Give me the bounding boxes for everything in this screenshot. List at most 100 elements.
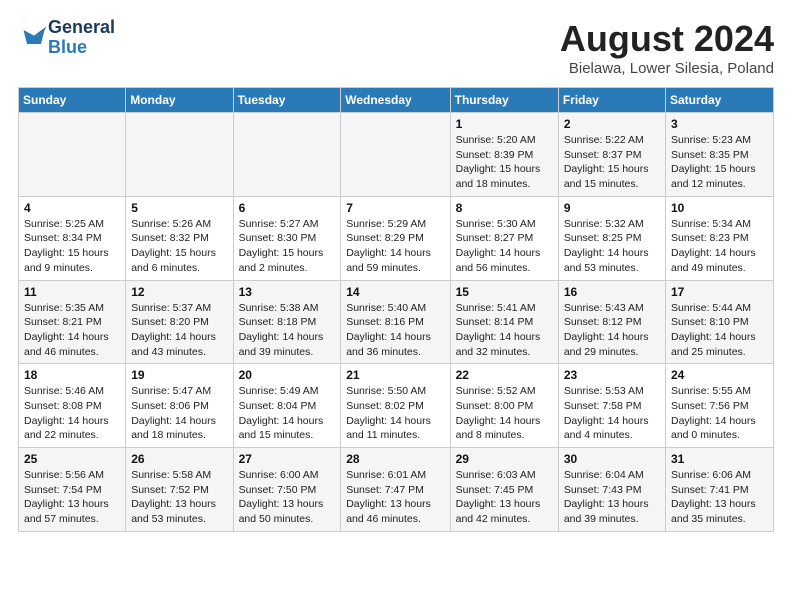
calendar-cell: 27Sunrise: 6:00 AMSunset: 7:50 PMDayligh… [233, 448, 341, 532]
calendar-cell: 16 Sunrise: 5:43 AMSunset: 8:12 PMDayligh… [558, 280, 665, 364]
calendar-week-row: 11 Sunrise: 5:35 AMSunset: 8:21 PMDayligh… [19, 280, 774, 364]
calendar-cell [233, 113, 341, 197]
day-info: Sunrise: 5:43 AMSunset: 8:12 PMDaylight:… [564, 301, 660, 360]
day-number: 1 [456, 117, 553, 131]
calendar-cell: 11 Sunrise: 5:35 AMSunset: 8:21 PMDayligh… [19, 280, 126, 364]
day-number: 4 [24, 201, 120, 215]
calendar-cell: 22 Sunrise: 5:52 AMSunset: 8:00 PMDayligh… [450, 364, 558, 448]
calendar-cell: 6 Sunrise: 5:27 AMSunset: 8:30 PMDaylight… [233, 196, 341, 280]
day-number: 12 [131, 285, 227, 299]
day-info: Sunrise: 5:53 AMSunset: 7:58 PMDaylight:… [564, 384, 660, 443]
day-info: Sunrise: 5:58 AMSunset: 7:52 PMDaylight:… [131, 468, 227, 527]
day-number: 3 [671, 117, 768, 131]
day-info: Sunrise: 6:04 AMSunset: 7:43 PMDaylight:… [564, 468, 660, 527]
day-info: Sunrise: 5:40 AMSunset: 8:16 PMDaylight:… [346, 301, 444, 360]
calendar-cell: 19 Sunrise: 5:47 AMSunset: 8:06 PMDayligh… [126, 364, 233, 448]
day-number: 18 [24, 368, 120, 382]
day-number: 25 [24, 452, 120, 466]
title-block: August 2024 Bielawa, Lower Silesia, Pola… [560, 18, 774, 77]
day-number: 7 [346, 201, 444, 215]
calendar-table: SundayMondayTuesdayWednesdayThursdayFrid… [18, 87, 774, 532]
calendar-cell: 26Sunrise: 5:58 AMSunset: 7:52 PMDayligh… [126, 448, 233, 532]
day-info: Sunrise: 5:29 AMSunset: 8:29 PMDaylight:… [346, 217, 444, 276]
day-info: Sunrise: 5:49 AMSunset: 8:04 PMDaylight:… [239, 384, 336, 443]
day-info: Sunrise: 5:56 AMSunset: 7:54 PMDaylight:… [24, 468, 120, 527]
day-number: 8 [456, 201, 553, 215]
calendar-cell: 12 Sunrise: 5:37 AMSunset: 8:20 PMDayligh… [126, 280, 233, 364]
weekday-header: Friday [558, 88, 665, 113]
day-info: Sunrise: 5:47 AMSunset: 8:06 PMDaylight:… [131, 384, 227, 443]
logo-icon [20, 23, 48, 51]
header: General Blue August 2024 Bielawa, Lower … [18, 18, 774, 77]
day-number: 6 [239, 201, 336, 215]
day-info: Sunrise: 5:37 AMSunset: 8:20 PMDaylight:… [131, 301, 227, 360]
calendar-week-row: 1Sunrise: 5:20 AMSunset: 8:39 PMDaylight… [19, 113, 774, 197]
day-number: 20 [239, 368, 336, 382]
calendar-cell: 24Sunrise: 5:55 AMSunset: 7:56 PMDayligh… [666, 364, 774, 448]
weekday-header: Sunday [19, 88, 126, 113]
weekday-header: Tuesday [233, 88, 341, 113]
day-number: 30 [564, 452, 660, 466]
day-number: 19 [131, 368, 227, 382]
day-info: Sunrise: 5:27 AMSunset: 8:30 PMDaylight:… [239, 217, 336, 276]
calendar-cell: 17 Sunrise: 5:44 AMSunset: 8:10 PMDayligh… [666, 280, 774, 364]
day-number: 13 [239, 285, 336, 299]
day-info: Sunrise: 6:06 AMSunset: 7:41 PMDaylight:… [671, 468, 768, 527]
calendar-cell: 8 Sunrise: 5:30 AMSunset: 8:27 PMDaylight… [450, 196, 558, 280]
day-info: Sunrise: 5:26 AMSunset: 8:32 PMDaylight:… [131, 217, 227, 276]
calendar-week-row: 4 Sunrise: 5:25 AMSunset: 8:34 PMDaylight… [19, 196, 774, 280]
day-info: Sunrise: 5:22 AMSunset: 8:37 PMDaylight:… [564, 133, 660, 192]
calendar-subtitle: Bielawa, Lower Silesia, Poland [560, 60, 774, 77]
calendar-cell: 21 Sunrise: 5:50 AMSunset: 8:02 PMDayligh… [341, 364, 450, 448]
calendar-cell: 3Sunrise: 5:23 AMSunset: 8:35 PMDaylight… [666, 113, 774, 197]
day-number: 9 [564, 201, 660, 215]
calendar-cell: 4 Sunrise: 5:25 AMSunset: 8:34 PMDaylight… [19, 196, 126, 280]
day-info: Sunrise: 5:52 AMSunset: 8:00 PMDaylight:… [456, 384, 553, 443]
day-info: Sunrise: 5:38 AMSunset: 8:18 PMDaylight:… [239, 301, 336, 360]
weekday-header: Thursday [450, 88, 558, 113]
calendar-cell: 25 Sunrise: 5:56 AMSunset: 7:54 PMDayligh… [19, 448, 126, 532]
day-info: Sunrise: 6:00 AMSunset: 7:50 PMDaylight:… [239, 468, 336, 527]
weekday-header: Saturday [666, 88, 774, 113]
day-number: 21 [346, 368, 444, 382]
calendar-cell: 9Sunrise: 5:32 AMSunset: 8:25 PMDaylight… [558, 196, 665, 280]
calendar-week-row: 18 Sunrise: 5:46 AMSunset: 8:08 PMDayligh… [19, 364, 774, 448]
day-info: Sunrise: 5:25 AMSunset: 8:34 PMDaylight:… [24, 217, 120, 276]
day-number: 22 [456, 368, 553, 382]
calendar-cell: 10 Sunrise: 5:34 AMSunset: 8:23 PMDayligh… [666, 196, 774, 280]
calendar-cell: 29Sunrise: 6:03 AMSunset: 7:45 PMDayligh… [450, 448, 558, 532]
day-info: Sunrise: 5:44 AMSunset: 8:10 PMDaylight:… [671, 301, 768, 360]
logo: General Blue [18, 18, 115, 58]
day-info: Sunrise: 6:01 AMSunset: 7:47 PMDaylight:… [346, 468, 444, 527]
day-number: 16 [564, 285, 660, 299]
calendar-cell: 30 Sunrise: 6:04 AMSunset: 7:43 PMDayligh… [558, 448, 665, 532]
calendar-cell: 28Sunrise: 6:01 AMSunset: 7:47 PMDayligh… [341, 448, 450, 532]
day-info: Sunrise: 5:50 AMSunset: 8:02 PMDaylight:… [346, 384, 444, 443]
calendar-cell: 31 Sunrise: 6:06 AMSunset: 7:41 PMDayligh… [666, 448, 774, 532]
logo-text: General Blue [48, 18, 115, 58]
calendar-cell: 13 Sunrise: 5:38 AMSunset: 8:18 PMDayligh… [233, 280, 341, 364]
calendar-cell: 1Sunrise: 5:20 AMSunset: 8:39 PMDaylight… [450, 113, 558, 197]
day-number: 17 [671, 285, 768, 299]
calendar-cell: 14 Sunrise: 5:40 AMSunset: 8:16 PMDayligh… [341, 280, 450, 364]
day-info: Sunrise: 5:34 AMSunset: 8:23 PMDaylight:… [671, 217, 768, 276]
day-number: 11 [24, 285, 120, 299]
calendar-cell: 20 Sunrise: 5:49 AMSunset: 8:04 PMDayligh… [233, 364, 341, 448]
day-number: 5 [131, 201, 227, 215]
day-info: Sunrise: 6:03 AMSunset: 7:45 PMDaylight:… [456, 468, 553, 527]
day-info: Sunrise: 5:30 AMSunset: 8:27 PMDaylight:… [456, 217, 553, 276]
calendar-cell: 15Sunrise: 5:41 AMSunset: 8:14 PMDayligh… [450, 280, 558, 364]
calendar-cell: 23Sunrise: 5:53 AMSunset: 7:58 PMDayligh… [558, 364, 665, 448]
day-number: 15 [456, 285, 553, 299]
calendar-cell [126, 113, 233, 197]
calendar-title: August 2024 [560, 18, 774, 60]
calendar-cell [341, 113, 450, 197]
calendar-header-row: SundayMondayTuesdayWednesdayThursdayFrid… [19, 88, 774, 113]
day-number: 31 [671, 452, 768, 466]
day-info: Sunrise: 5:46 AMSunset: 8:08 PMDaylight:… [24, 384, 120, 443]
day-number: 14 [346, 285, 444, 299]
day-info: Sunrise: 5:35 AMSunset: 8:21 PMDaylight:… [24, 301, 120, 360]
calendar-week-row: 25 Sunrise: 5:56 AMSunset: 7:54 PMDayligh… [19, 448, 774, 532]
day-number: 10 [671, 201, 768, 215]
calendar-cell: 18 Sunrise: 5:46 AMSunset: 8:08 PMDayligh… [19, 364, 126, 448]
